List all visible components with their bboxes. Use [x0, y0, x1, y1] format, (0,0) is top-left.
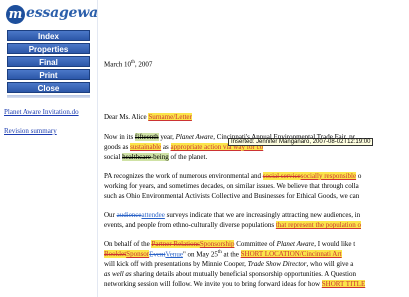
deleted-text[interactable]: social service [262, 172, 301, 180]
inserted-text[interactable]: Venue [165, 250, 183, 258]
print-button[interactable]: Print [7, 69, 90, 80]
p4-line-5: networking session will follow. We invit… [104, 280, 366, 288]
p3-line-1: Our audienceattendee surveys indicate th… [104, 211, 361, 219]
inserted-text[interactable]: Sponsor [126, 250, 150, 259]
messageware-logo: m essageware [4, 3, 114, 25]
deleted-text[interactable]: fifteenth [134, 133, 159, 141]
inserted-text[interactable]: SHORT LOCATION/Cincinnati Art [240, 250, 342, 259]
inserted-text[interactable]: -being [150, 153, 169, 161]
logo-mark: m [6, 5, 25, 24]
inserted-text[interactable]: SHORT TITLE [321, 280, 366, 288]
p1-line-3: social healthcare-being of the planet. [104, 153, 208, 161]
p2-line-3: such as Ohio Environmental Activists Col… [104, 192, 360, 200]
sidebar-link-revision-summary[interactable]: Revision summary [4, 127, 57, 135]
inserted-text[interactable]: socially responsible [300, 172, 357, 180]
salutation: Dear Ms. Alice Surname/Letter [104, 113, 192, 121]
deleted-text[interactable]: audience [117, 211, 142, 219]
inserted-text[interactable]: Sponsorship [199, 240, 235, 248]
p4-line-2: BookletSponsorEventVenue" on May 25th at… [104, 250, 342, 259]
document-view: March 10th, 2007 Dear Ms. Alice Surname/… [98, 0, 409, 297]
deleted-text[interactable]: Partner Relations [151, 240, 200, 248]
sidebar-link-document[interactable]: Planet Aware Invitation.do [4, 108, 79, 116]
inserted-text[interactable]: sustainable [130, 143, 162, 151]
sidebar: m essageware Index Properties Final Prin… [0, 0, 114, 297]
deleted-text[interactable]: Booklet [104, 250, 127, 259]
properties-button[interactable]: Properties [7, 43, 90, 54]
letter-date: March 10th, 2007 [104, 60, 153, 69]
p3-line-2: events, and people from ethno-culturally… [104, 221, 361, 229]
inserted-text[interactable]: that represent the population o [275, 221, 361, 229]
deleted-text[interactable]: Event [149, 250, 165, 258]
inserted-text[interactable]: attendee [142, 211, 165, 219]
final-button[interactable]: Final [7, 56, 90, 67]
merge-field-name[interactable]: Surname/Letter [148, 113, 192, 121]
p4-line-4: as well as sharing details about mutuall… [104, 270, 356, 278]
p2-line-1: PA recognizes the work of numerous envir… [104, 172, 362, 180]
p4-line-1: On behalf of the Partner RelationsSponso… [104, 240, 356, 248]
p2-line-2: working for years, and sometimes decades… [104, 182, 359, 190]
deleted-text[interactable]: healthcare [122, 153, 151, 161]
nav-divider [7, 95, 90, 98]
close-button[interactable]: Close [7, 82, 90, 93]
revision-tooltip: Inserted: Jennifer Manganaro, 2007-08-02… [228, 138, 374, 146]
index-button[interactable]: Index [7, 30, 90, 41]
p4-line-3: will kick off with presentations by Minn… [104, 260, 354, 268]
